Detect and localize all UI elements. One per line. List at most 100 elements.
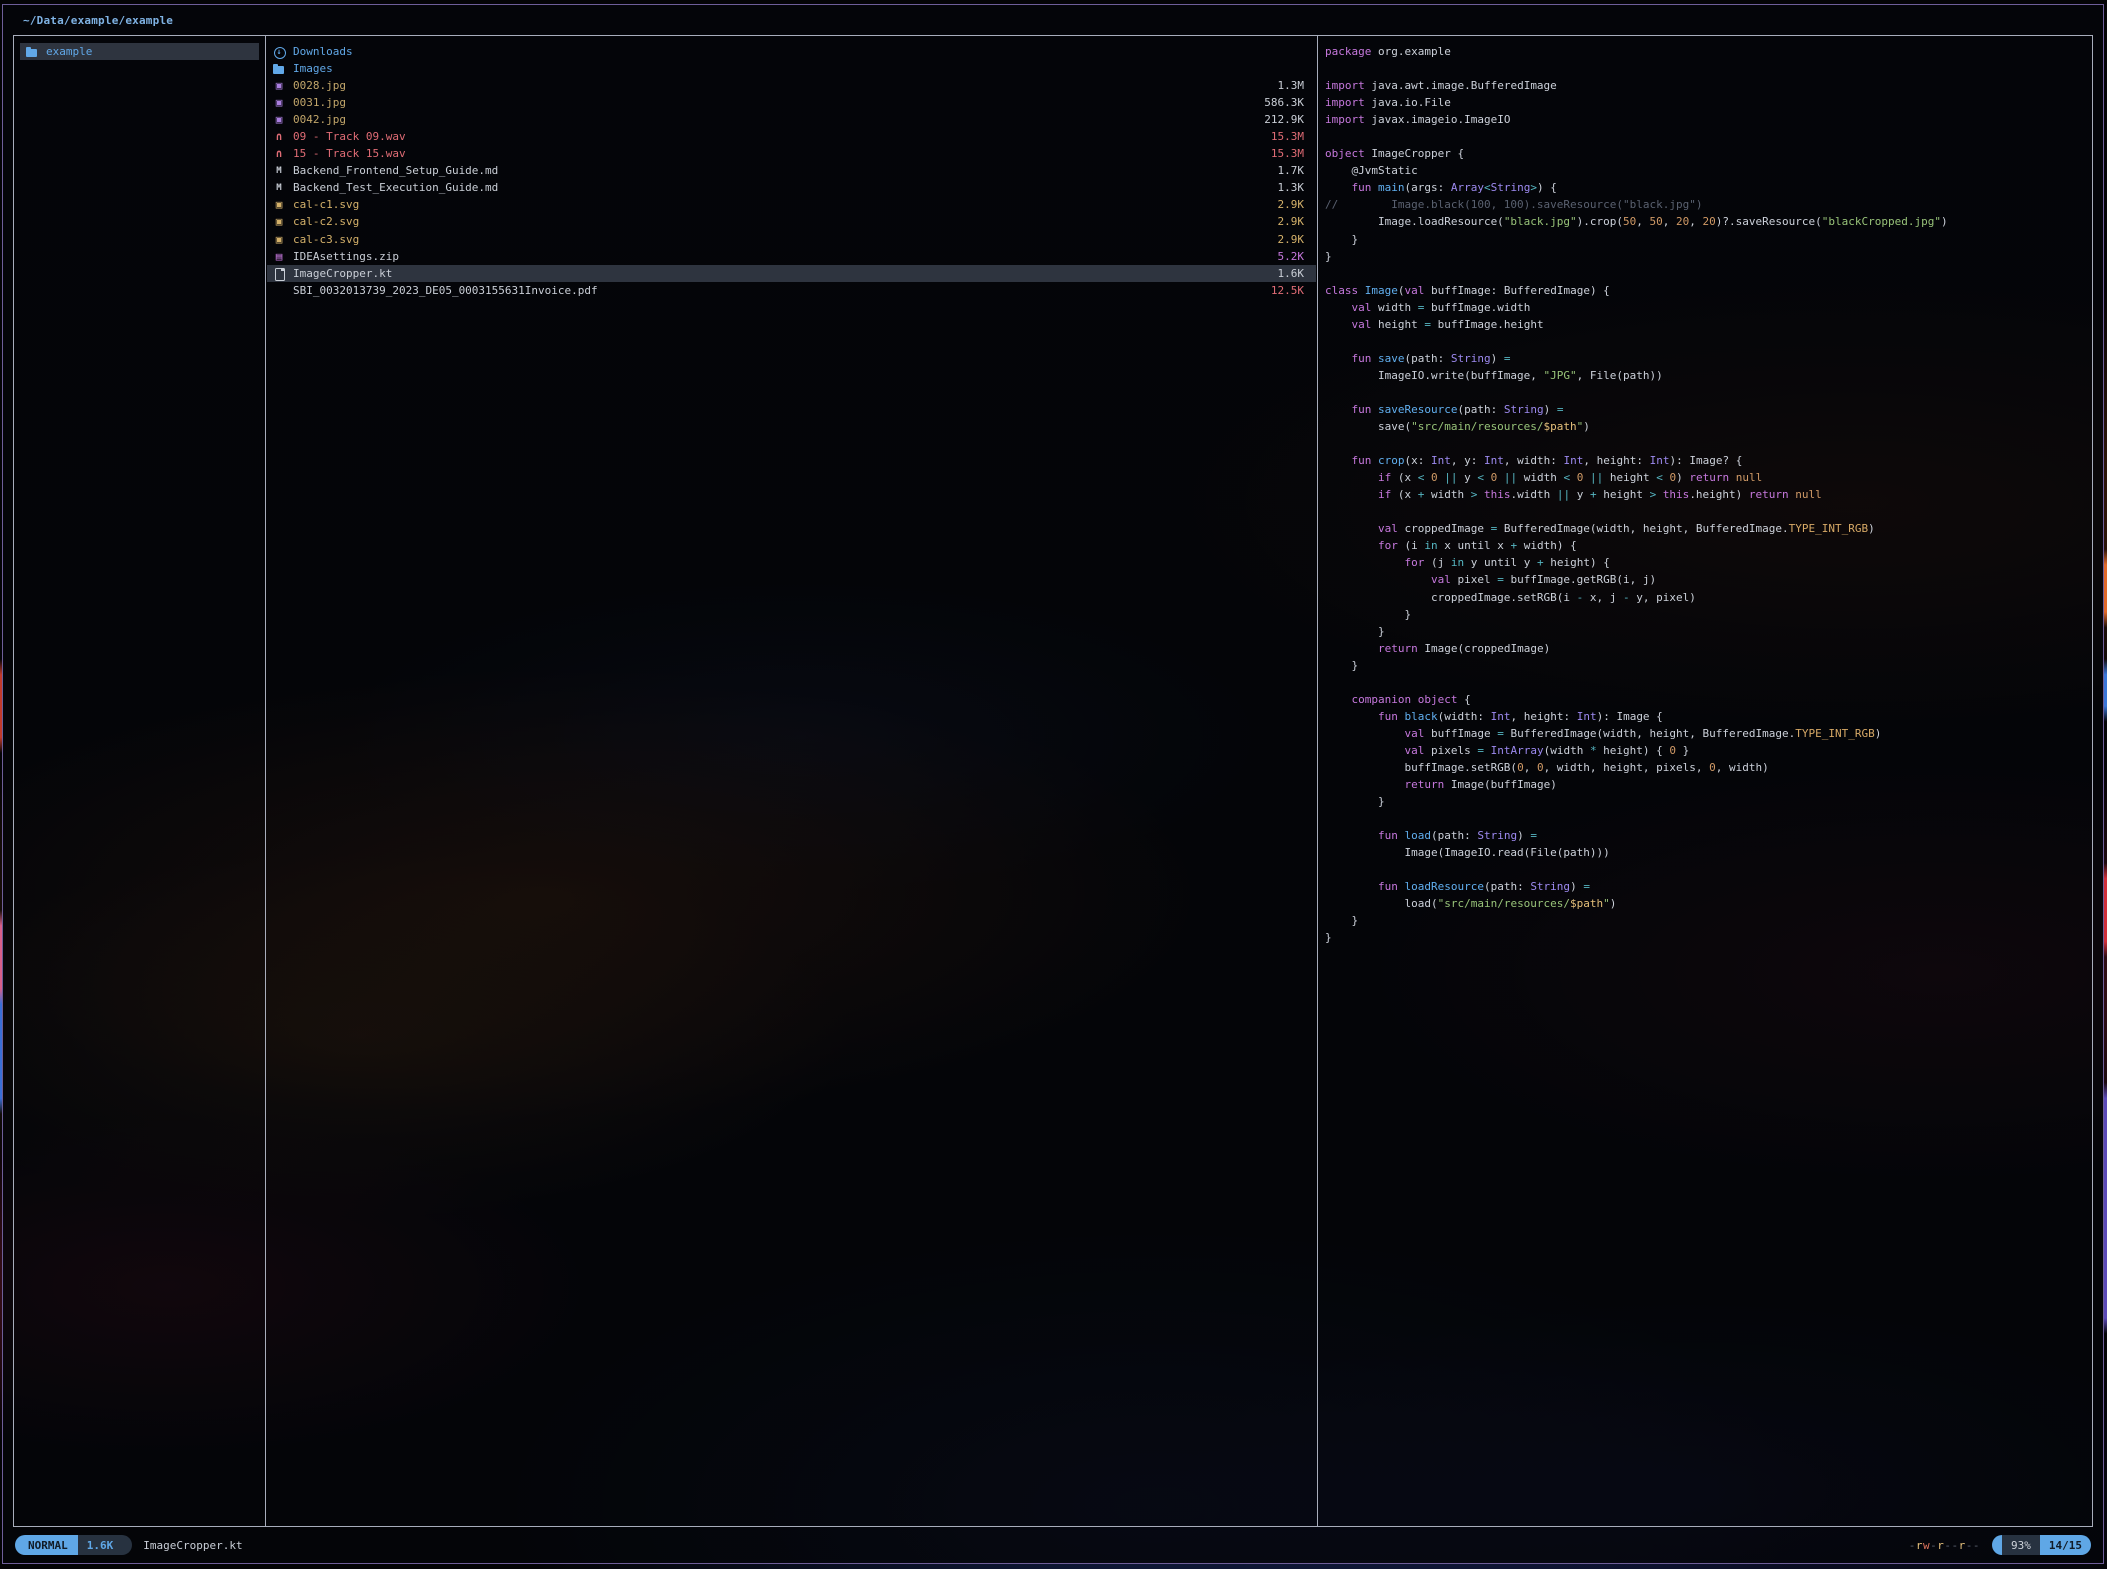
code-line: for (j in y until y + height) { bbox=[1325, 554, 2092, 571]
file-row[interactable]: Backend_Test_Execution_Guide.md 1.3K bbox=[267, 179, 1316, 196]
code-line: return Image(croppedImage) bbox=[1325, 640, 2092, 657]
file-row[interactable]: 15 - Track 15.wav 15.3M bbox=[267, 145, 1316, 162]
powerline-cap-icon bbox=[1992, 1535, 2002, 1555]
file-name: 0028.jpg bbox=[293, 79, 1270, 92]
file-row[interactable]: 0028.jpg 1.3M bbox=[267, 77, 1316, 94]
file-row[interactable]: cal-c2.svg2.9K bbox=[267, 213, 1316, 230]
file-name: IDEAsettings.zip bbox=[293, 250, 1270, 263]
file-permissions: -rw-r--r-- bbox=[1909, 1539, 1980, 1552]
file-size: 1.3M bbox=[1278, 79, 1312, 92]
code-line: val height = buffImage.height bbox=[1325, 316, 2092, 333]
code-line: fun saveResource(path: String) = bbox=[1325, 401, 2092, 418]
code-line bbox=[1325, 128, 2092, 145]
file-size: 212.9K bbox=[1264, 113, 1311, 126]
file-name: Downloads bbox=[293, 45, 1296, 58]
image-icon bbox=[272, 96, 286, 109]
pdf-icon bbox=[272, 284, 286, 297]
code-line: val buffImage = BufferedImage(width, hei… bbox=[1325, 725, 2092, 742]
parent-dir-item[interactable]: example bbox=[20, 43, 259, 60]
code-line: import javax.imageio.ImageIO bbox=[1325, 111, 2092, 128]
code-line: for (i in x until x + width) { bbox=[1325, 537, 2092, 554]
parent-directory-pane[interactable]: example bbox=[14, 36, 266, 1526]
code-line: fun black(width: Int, height: Int): Imag… bbox=[1325, 708, 2092, 725]
code-file-icon bbox=[272, 267, 286, 280]
file-row[interactable]: 0042.jpg 212.9K bbox=[267, 111, 1316, 128]
code-line: } bbox=[1325, 606, 2092, 623]
markdown-icon bbox=[272, 181, 286, 194]
code-line: val pixels = IntArray(width * height) { … bbox=[1325, 742, 2092, 759]
file-name: SBI_0032013739_2023_DE05_0003155631Invoi… bbox=[293, 284, 1263, 297]
cursor-position: 14/15 bbox=[2040, 1535, 2091, 1555]
file-size: 15.3M bbox=[1271, 147, 1311, 160]
code-line: val width = buffImage.width bbox=[1325, 299, 2092, 316]
audio-icon bbox=[272, 130, 286, 143]
code-line: val croppedImage = BufferedImage(width, … bbox=[1325, 520, 2092, 537]
code-line: } bbox=[1325, 248, 2092, 265]
vector-image-icon bbox=[272, 215, 286, 228]
code-line bbox=[1325, 384, 2092, 401]
file-size: 15.3M bbox=[1271, 130, 1311, 143]
yazi-panes: example Downloads Images 0028.jpg 1.3M 0031.… bbox=[13, 35, 2093, 1527]
code-line: ImageIO.write(buffImage, "JPG", File(pat… bbox=[1325, 367, 2092, 384]
code-line: // Image.black(100, 100).saveResource("b… bbox=[1325, 196, 2092, 213]
code-line: fun loadResource(path: String) = bbox=[1325, 878, 2092, 895]
scroll-percent: 93% bbox=[2002, 1535, 2040, 1555]
code-line: } bbox=[1325, 231, 2092, 248]
code-line: import java.io.File bbox=[1325, 94, 2092, 111]
file-list-pane[interactable]: Downloads Images 0028.jpg 1.3M 0031.jpg586.3… bbox=[266, 36, 1318, 1526]
file-size: 2.9K bbox=[1278, 198, 1312, 211]
mode-badge: NORMAL bbox=[15, 1535, 78, 1555]
file-row[interactable]: ImageCropper.kt1.6K bbox=[267, 265, 1316, 282]
code-line: fun crop(x: Int, y: Int, width: Int, hei… bbox=[1325, 452, 2092, 469]
code-line bbox=[1325, 503, 2092, 520]
archive-icon bbox=[272, 250, 286, 263]
code-line: @JvmStatic bbox=[1325, 162, 2092, 179]
selected-file-size: 1.6K bbox=[78, 1535, 123, 1555]
code-line: Image.loadResource("black.jpg").crop(50,… bbox=[1325, 213, 2092, 230]
file-row[interactable]: 0031.jpg586.3K bbox=[267, 94, 1316, 111]
code-line bbox=[1325, 861, 2092, 878]
code-line: save("src/main/resources/$path") bbox=[1325, 418, 2092, 435]
image-icon bbox=[272, 79, 286, 92]
status-right: -rw-r--r-- 93% 14/15 bbox=[1909, 1535, 2091, 1555]
file-size: 1.3K bbox=[1278, 181, 1312, 194]
code-line: } bbox=[1325, 912, 2092, 929]
file-row[interactable]: cal-c3.svg2.9K bbox=[267, 231, 1316, 248]
file-name: 09 - Track 09.wav bbox=[293, 130, 1263, 143]
code-line: return Image(buffImage) bbox=[1325, 776, 2092, 793]
terminal-window: ~/Data/example/example example Downloads… bbox=[2, 4, 2104, 1564]
code-line: fun load(path: String) = bbox=[1325, 827, 2092, 844]
file-name: 15 - Track 15.wav bbox=[293, 147, 1263, 160]
code-line bbox=[1325, 435, 2092, 452]
file-preview-pane[interactable]: package org.exampleimport java.awt.image… bbox=[1318, 36, 2092, 1526]
code-line: } bbox=[1325, 793, 2092, 810]
file-row[interactable]: SBI_0032013739_2023_DE05_0003155631Invoi… bbox=[267, 282, 1316, 299]
file-name: 0042.jpg bbox=[293, 113, 1256, 126]
file-name: cal-c3.svg bbox=[293, 233, 1270, 246]
file-row[interactable]: cal-c1.svg 2.9K bbox=[267, 196, 1316, 213]
breadcrumb: ~/Data/example/example bbox=[23, 10, 173, 32]
vector-image-icon bbox=[272, 233, 286, 246]
code-line: fun main(args: Array<String>) { bbox=[1325, 179, 2092, 196]
code-line: if (x < 0 || y < 0 || width < 0 || heigh… bbox=[1325, 469, 2092, 486]
code-line: if (x + width > this.width || y + height… bbox=[1325, 486, 2092, 503]
status-bar: NORMAL 1.6K ImageCropper.kt -rw-r--r-- 9… bbox=[15, 1535, 2091, 1555]
code-line: companion object { bbox=[1325, 691, 2092, 708]
file-name: cal-c1.svg bbox=[293, 198, 1270, 211]
file-row[interactable]: Downloads bbox=[267, 43, 1316, 60]
file-row[interactable]: Images bbox=[267, 60, 1316, 77]
vector-image-icon bbox=[272, 198, 286, 211]
status-left: NORMAL 1.6K ImageCropper.kt bbox=[15, 1535, 243, 1555]
file-size: 2.9K bbox=[1278, 215, 1312, 228]
file-name: ImageCropper.kt bbox=[293, 267, 1270, 280]
file-row[interactable]: IDEAsettings.zip5.2K bbox=[267, 248, 1316, 265]
folder-icon bbox=[25, 45, 39, 58]
file-name: 0031.jpg bbox=[293, 96, 1256, 109]
code-line: } bbox=[1325, 657, 2092, 674]
code-line bbox=[1325, 333, 2092, 350]
file-row[interactable]: Backend_Frontend_Setup_Guide.md1.7K bbox=[267, 162, 1316, 179]
code-line: croppedImage.setRGB(i - x, j - y, pixel) bbox=[1325, 589, 2092, 606]
file-name: Backend_Test_Execution_Guide.md bbox=[293, 181, 1270, 194]
file-row[interactable]: 09 - Track 09.wav 15.3M bbox=[267, 128, 1316, 145]
code-line: object ImageCropper { bbox=[1325, 145, 2092, 162]
